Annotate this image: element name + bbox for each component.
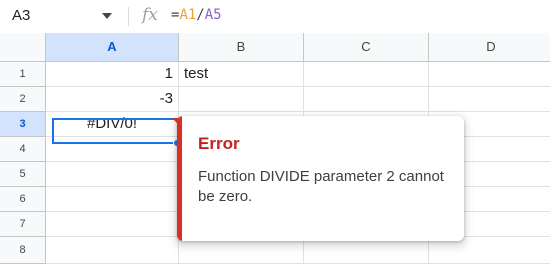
select-all-corner[interactable] [0,33,46,62]
name-box[interactable]: A3 [0,0,120,33]
cell-d1[interactable] [429,62,550,87]
cell-d8[interactable] [429,237,550,264]
cell-b8[interactable] [179,237,304,264]
cell-c2[interactable] [304,87,429,112]
error-message: Function DIVIDE parameter 2 cannot be ze… [198,168,444,205]
cell-b1[interactable]: test [179,62,304,87]
formula-bar: A3 fx =A1/A5 [0,0,550,33]
row-header-3[interactable]: 3 [0,112,46,137]
cell-a2[interactable]: -3 [46,87,179,112]
column-header-d[interactable]: D [429,33,550,62]
fx-icon: fx [142,5,158,25]
cell-a6[interactable] [46,187,179,212]
error-accent-bar [177,116,182,241]
row-header-2[interactable]: 2 [0,87,46,112]
formula-ref-1: A1 [179,7,197,23]
formula-input[interactable]: =A1/A5 [171,7,222,23]
cell-a1[interactable]: 1 [46,62,179,87]
formula-operator: / [196,7,205,23]
row-header-4[interactable]: 4 [0,137,46,162]
cell-a8[interactable] [46,237,179,264]
row-header-5[interactable]: 5 [0,162,46,187]
active-cell-border [52,118,179,144]
cell-b2[interactable] [179,87,304,112]
cell-d2[interactable] [429,87,550,112]
column-header-a[interactable]: A [46,33,179,62]
name-box-cell-ref: A3 [12,7,31,24]
formula-bar-divider [128,7,129,26]
row-header-1[interactable]: 1 [0,62,46,87]
cell-c1[interactable] [304,62,429,87]
row-header-8[interactable]: 8 [0,237,46,264]
row-header-7[interactable]: 7 [0,212,46,237]
cell-c8[interactable] [304,237,429,264]
chevron-down-icon[interactable] [102,13,112,19]
cell-a7[interactable] [46,212,179,237]
error-title: Error [198,134,240,153]
error-popup: Error Function DIVIDE parameter 2 cannot… [177,116,464,241]
cell-a5[interactable] [46,162,179,187]
column-header-c[interactable]: C [304,33,429,62]
column-header-b[interactable]: B [179,33,304,62]
row-header-6[interactable]: 6 [0,187,46,212]
formula-ref-2: A5 [204,7,222,23]
